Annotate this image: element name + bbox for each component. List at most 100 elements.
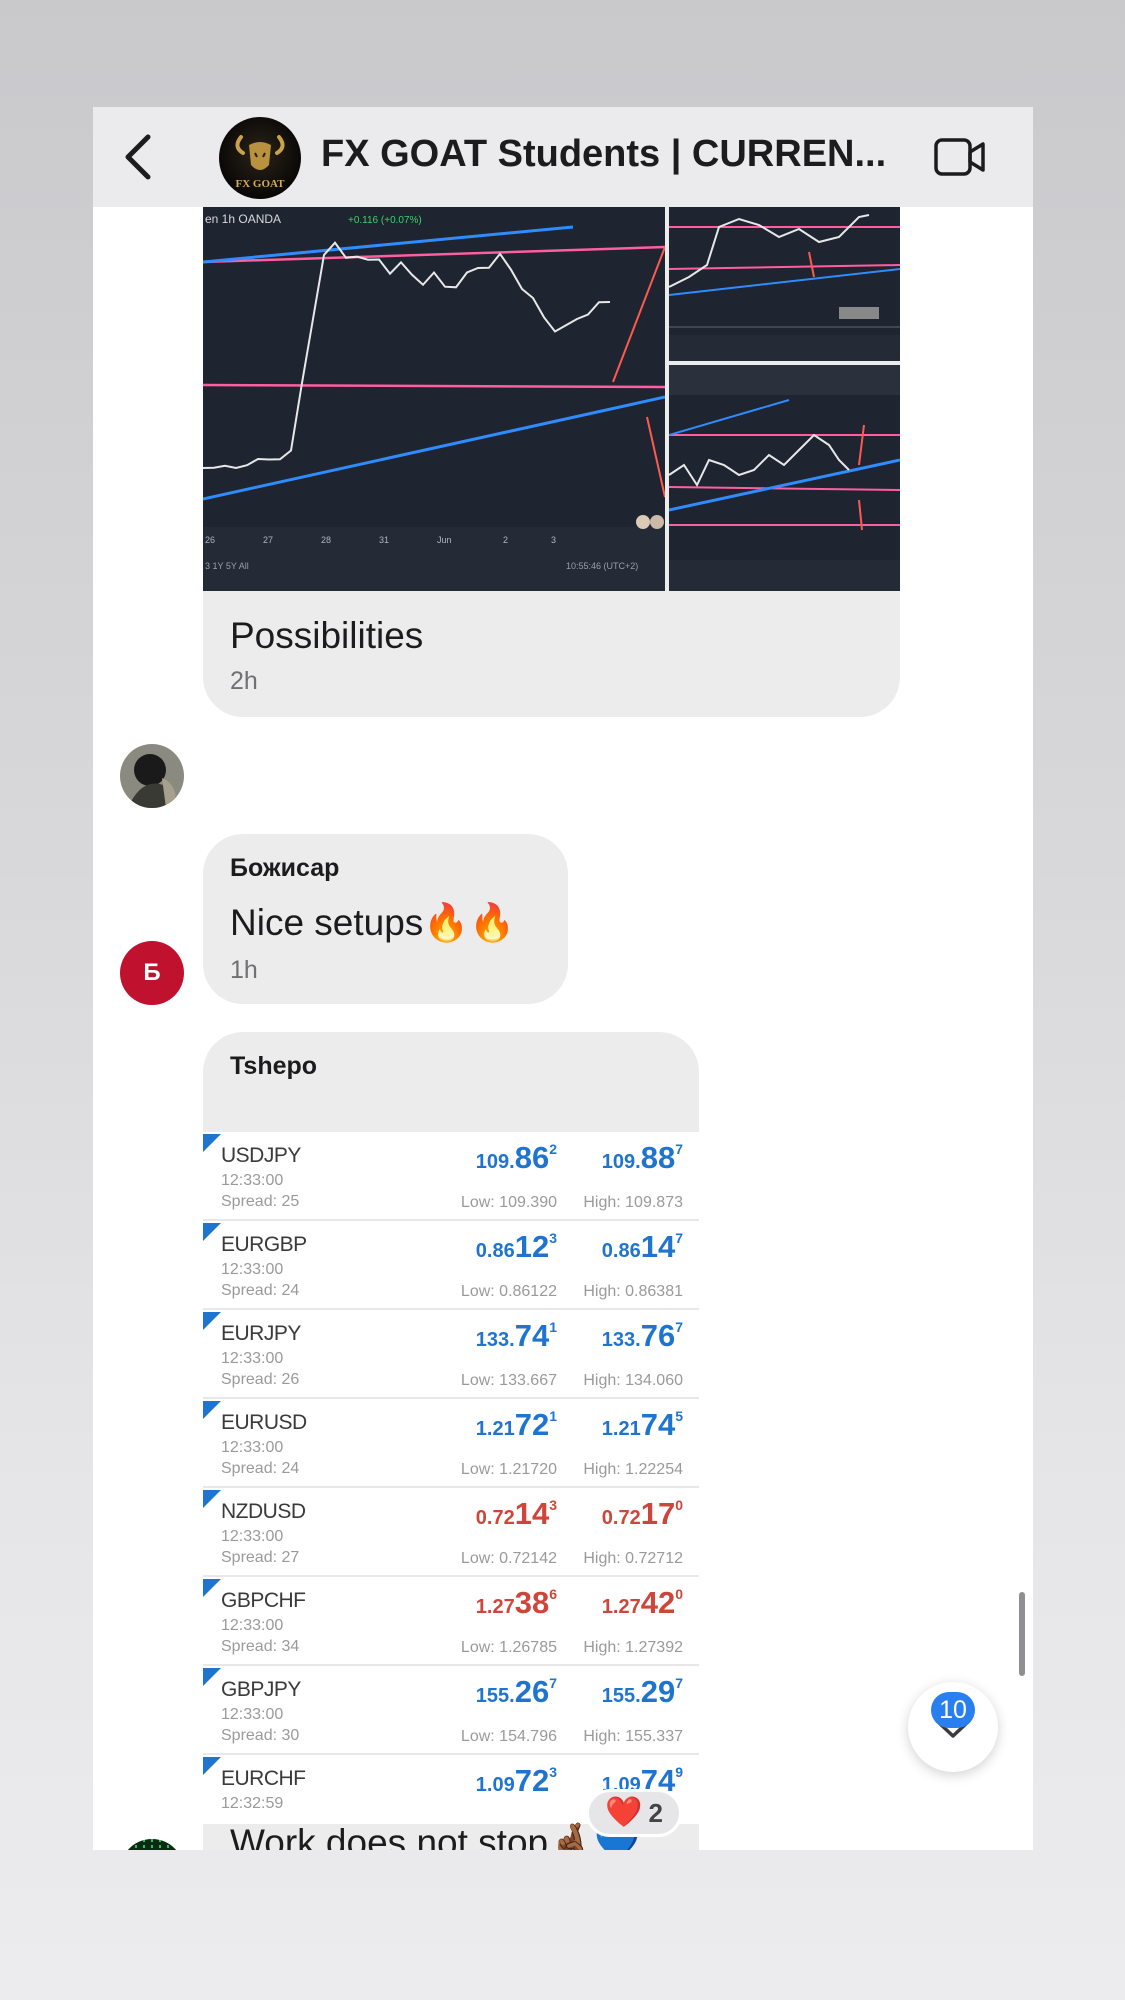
quote-time: 12:33:00 [221, 1617, 284, 1634]
quote-symbol: EURGBP [221, 1233, 307, 1256]
quote-row[interactable]: USDJPY 12:33:00 Spread: 25 109.862 109.887 Lo… [203, 1132, 699, 1221]
chart-clock-text: 10:55:46 (UTC+2) [566, 561, 638, 571]
chart-delta-text: +0.116 (+0.07%) [348, 215, 422, 226]
quote-bid: 109.862 [475, 1140, 557, 1175]
quote-direction-icon [203, 1401, 221, 1419]
video-call-button[interactable] [933, 135, 987, 179]
quote-symbol: GBPJPY [221, 1678, 301, 1701]
quote-bid: 1.27386 [475, 1585, 557, 1620]
quote-symbol: GBPCHF [221, 1589, 306, 1612]
quote-direction-icon [203, 1312, 221, 1330]
quote-time: 12:33:00 [221, 1350, 284, 1367]
quote-ask: 1.27420 [601, 1585, 683, 1620]
quotes-screenshot[interactable]: USDJPY 12:33:00 Spread: 25 109.862 109.887 Lo… [203, 1132, 699, 1824]
quote-low: Low: 1.21720 [460, 1461, 557, 1478]
quote-bid: 133.741 [475, 1318, 557, 1353]
chart-header-text: en 1h OANDA [205, 212, 281, 226]
chart-image-main[interactable]: en 1h OANDA +0.116 (+0.07%) 26 27 28 31 Jun 2… [203, 207, 665, 591]
group-avatar[interactable]: FX GOAT [219, 117, 301, 199]
quote-symbol: USDJPY [221, 1144, 301, 1167]
quote-bid: 155.267 [475, 1674, 557, 1709]
quote-bid: 1.21721 [475, 1407, 557, 1442]
quote-ask: 0.72170 [601, 1496, 683, 1531]
quote-high: High: 0.72712 [583, 1550, 683, 1567]
quote-spread: Spread: 24 [221, 1282, 300, 1299]
quote-bid: 1.09723 [475, 1763, 557, 1798]
quote-low: Low: 0.72142 [460, 1550, 557, 1567]
quote-high: High: 109.873 [583, 1194, 683, 1211]
reaction-pill[interactable]: ❤️ 2 [586, 1789, 682, 1837]
quote-direction-icon [203, 1490, 221, 1508]
user-photo-icon [120, 744, 184, 808]
quote-symbol: EURCHF [221, 1767, 306, 1790]
avatar-initial: Б [143, 959, 161, 986]
message-time: 2h [230, 667, 258, 695]
message-time: 1h [230, 956, 258, 984]
quote-direction-icon [203, 1134, 221, 1152]
chat-title[interactable]: FX GOAT Students | CURREN... [321, 133, 886, 176]
chart-date-label: 3 [551, 535, 556, 545]
quote-spread: Spread: 24 [221, 1460, 300, 1477]
avatar[interactable] [120, 1839, 184, 1850]
chart-date-label: Jun [437, 535, 452, 545]
quote-high: High: 1.22254 [583, 1461, 683, 1478]
image-message-bubble[interactable]: en 1h OANDA +0.116 (+0.07%) 26 27 28 31 Jun 2… [203, 167, 900, 717]
chat-screen: FX GOAT FX GOAT Students | CURREN... en … [93, 107, 1033, 1850]
quote-row[interactable]: GBPCHF 12:33:00 Spread: 34 1.27386 1.27420 Lo… [203, 1577, 699, 1666]
quote-direction-icon [203, 1668, 221, 1686]
matrix-photo-icon [120, 1839, 184, 1850]
quote-row[interactable]: GBPJPY 12:33:00 Spread: 30 155.267 155.297 Lo… [203, 1666, 699, 1755]
reaction-count: 2 [648, 1797, 663, 1828]
chart-image-bottom-right[interactable] [669, 365, 900, 591]
image-message-bubble[interactable]: Tshepo USDJPY 12:33:00 Spread: 25 109.862 10… [203, 1032, 699, 1850]
quote-high: High: 1.27392 [583, 1639, 683, 1656]
quote-symbol: EURJPY [221, 1322, 301, 1345]
quote-ask: 0.86147 [601, 1229, 683, 1264]
chart-date-label: 28 [321, 535, 331, 545]
message-text: Nice setups🔥🔥 [230, 902, 516, 943]
avatar[interactable]: Б [120, 941, 184, 1005]
quote-row[interactable]: EURJPY 12:33:00 Spread: 26 133.741 133.767 Lo… [203, 1310, 699, 1399]
quote-low: Low: 0.86122 [460, 1283, 557, 1300]
quote-direction-icon [203, 1757, 221, 1775]
quote-spread: Spread: 34 [221, 1638, 300, 1655]
chart-date-label: 27 [263, 535, 273, 545]
chat-header: FX GOAT FX GOAT Students | CURREN... [93, 107, 1033, 207]
message-text: Work does not stop🤞🏾💙 [230, 1822, 641, 1850]
quote-high: High: 155.337 [583, 1728, 683, 1745]
message-list[interactable]: en 1h OANDA +0.116 (+0.07%) 26 27 28 31 Jun 2… [93, 167, 1033, 1850]
quote-low: Low: 154.796 [460, 1728, 557, 1745]
chevron-left-icon [125, 134, 151, 180]
quote-direction-icon [203, 1223, 221, 1241]
chart-range-buttons: 3 1Y 5Y All [205, 561, 249, 571]
quote-spread: Spread: 25 [221, 1193, 300, 1210]
back-button[interactable] [118, 133, 158, 181]
avatar[interactable] [120, 744, 184, 808]
quote-low: Low: 133.667 [460, 1372, 557, 1389]
quote-high: High: 0.86381 [583, 1283, 683, 1300]
quote-symbol: EURUSD [221, 1411, 307, 1434]
unread-count-badge: 10 [931, 1692, 975, 1728]
quote-row[interactable]: EURGBP 12:33:00 Spread: 24 0.86123 0.86147 Lo… [203, 1221, 699, 1310]
logo-text: FX GOAT [236, 178, 286, 190]
video-camera-icon [934, 138, 985, 176]
quote-spread: Spread: 27 [221, 1549, 300, 1566]
quote-row[interactable]: NZDUSD 12:33:00 Spread: 27 0.72143 0.72170 Lo… [203, 1488, 699, 1577]
scrollbar[interactable] [1019, 1592, 1025, 1676]
quote-spread: Spread: 26 [221, 1371, 300, 1388]
sender-name: Tshepo [230, 1052, 318, 1080]
quote-low: Low: 1.26785 [460, 1639, 557, 1656]
text-message-bubble[interactable]: Божисар Nice setups🔥🔥 1h [203, 834, 568, 1004]
chart-image-top-right[interactable] [669, 207, 900, 361]
heart-icon: ❤️ [605, 1796, 643, 1829]
quote-row[interactable]: EURUSD 12:33:00 Spread: 24 1.21721 1.21745 Lo… [203, 1399, 699, 1488]
quote-ask: 1.21745 [601, 1407, 683, 1442]
quote-time: 12:33:00 [221, 1172, 284, 1189]
message-text: Possibilities [230, 615, 424, 656]
quote-ask: 155.297 [601, 1674, 683, 1709]
chart-date-label: 26 [205, 535, 215, 545]
quote-ask: 109.887 [601, 1140, 683, 1175]
sender-name: Божисар [230, 854, 340, 882]
quote-spread: Spread: 30 [221, 1727, 300, 1744]
quote-direction-icon [203, 1579, 221, 1597]
